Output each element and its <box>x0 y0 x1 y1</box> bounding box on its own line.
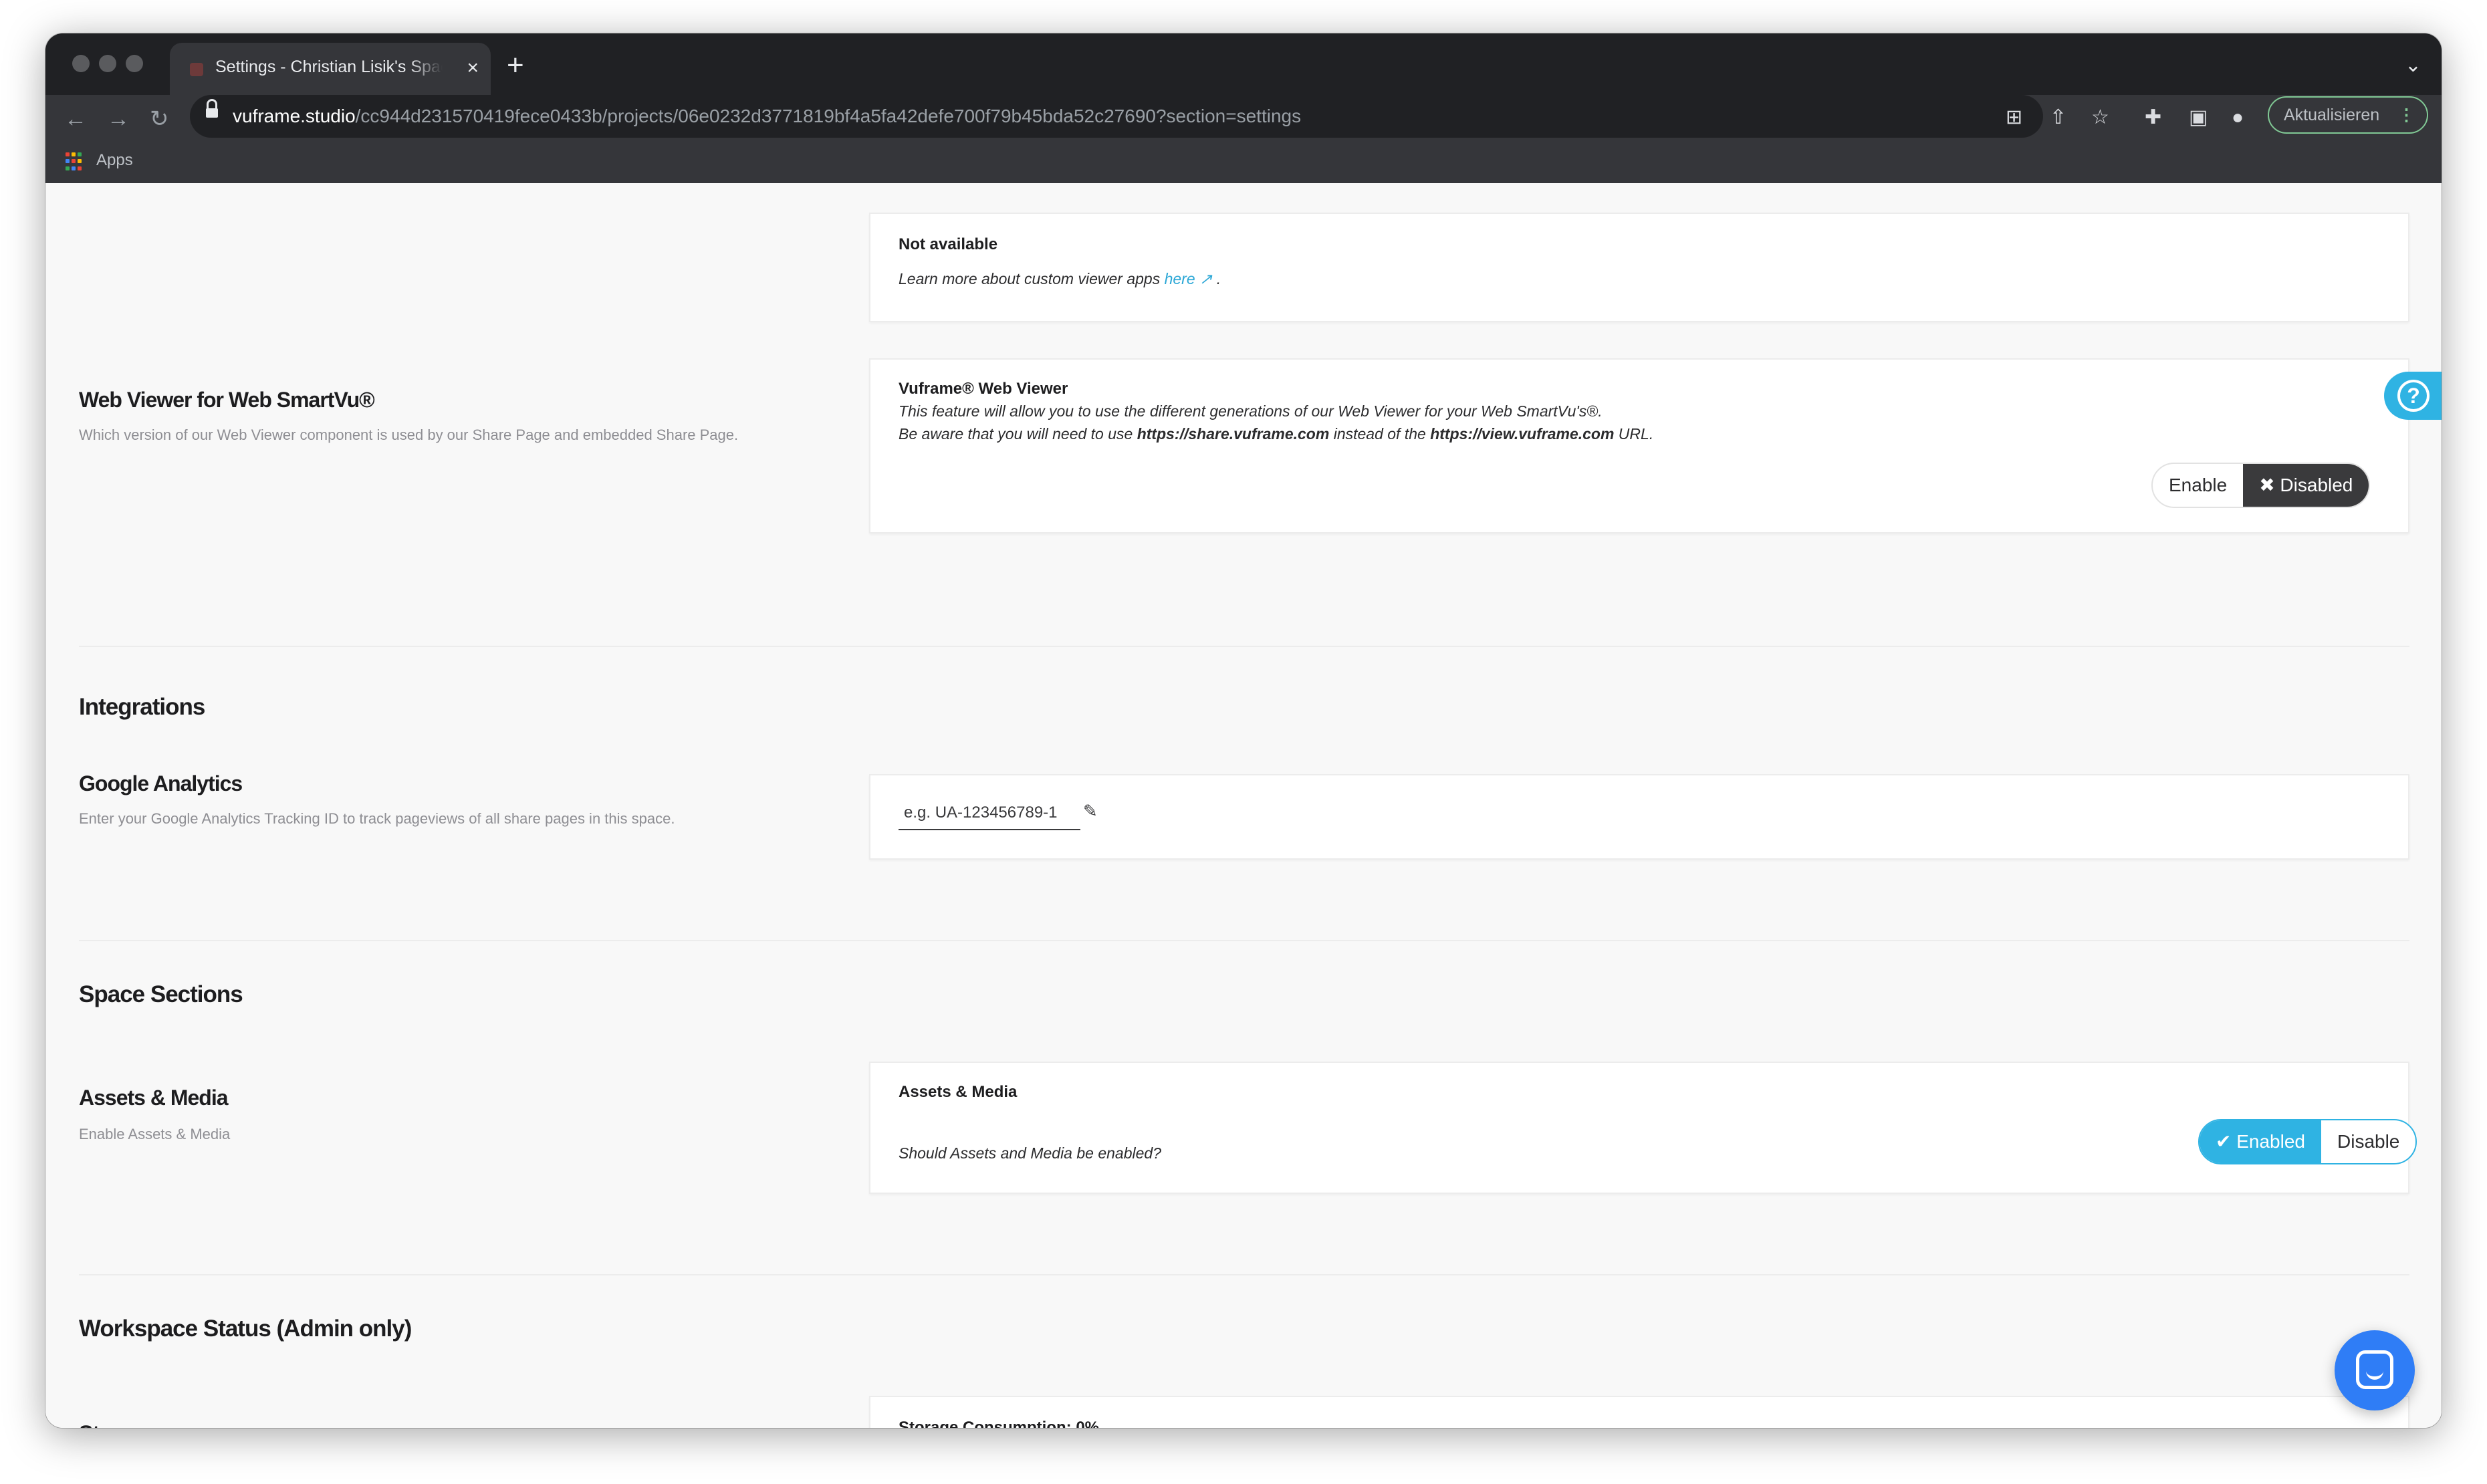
storage-consumption: Storage Consumption: 0% <box>899 1418 1100 1428</box>
browser-window: Settings - Christian Lisik's Space × + ⌄… <box>45 33 2442 1428</box>
web-viewer-label: Web Viewer for Web SmartVu® <box>79 388 375 412</box>
settings-page: Not available Learn more about custom vi… <box>45 183 2442 1428</box>
back-icon[interactable]: ← <box>64 103 87 135</box>
storage-card: Storage Consumption: 0% <box>869 1396 2409 1428</box>
assets-media-label: Assets & Media <box>79 1086 229 1110</box>
profile-icon[interactable]: ● <box>2232 104 2244 131</box>
google-analytics-description: Enter your Google Analytics Tracking ID … <box>79 810 675 827</box>
help-button[interactable]: ? <box>2384 372 2442 420</box>
reload-icon[interactable]: ↻ <box>150 103 169 135</box>
address-bar[interactable]: vuframe.studio/cc944d231570419fece0433b/… <box>190 95 2043 138</box>
window-zoom-button[interactable] <box>126 55 143 72</box>
share-icon[interactable]: ⇧ <box>2050 104 2066 131</box>
disable-button[interactable]: Disable <box>2321 1120 2415 1163</box>
divider <box>79 940 2409 941</box>
url-text: vuframe.studio/cc944d231570419fece0433b/… <box>233 106 1302 126</box>
help-icon: ? <box>2397 380 2430 412</box>
tab-search-icon[interactable]: ⌄ <box>2405 53 2421 77</box>
window-close-button[interactable] <box>72 55 90 72</box>
assets-media-card-title: Assets & Media <box>899 1083 1018 1101</box>
space-sections-title: Space Sections <box>79 981 243 1007</box>
workspace-status-title: Workspace Status (Admin only) <box>79 1316 412 1342</box>
custom-viewer-status: Not available <box>899 235 998 253</box>
custom-viewer-link[interactable]: here ↗ <box>1165 270 1213 287</box>
tab-strip: Settings - Christian Lisik's Space × + ⌄ <box>45 33 2442 95</box>
tracking-id-placeholder: e.g. UA-123456789-1 <box>904 803 1058 822</box>
side-panel-icon[interactable]: ▣ <box>2189 104 2208 131</box>
divider <box>79 1274 2409 1275</box>
web-viewer-description: Which version of our Web Viewer componen… <box>79 426 739 443</box>
assets-media-question: Should Assets and Media be enabled? <box>899 1144 1161 1162</box>
browser-chrome: Settings - Christian Lisik's Space × + ⌄… <box>45 33 2442 183</box>
new-tab-icon[interactable]: + <box>507 51 524 80</box>
web-viewer-line1: This feature will allow you to use the d… <box>899 402 1603 420</box>
favicon-icon <box>190 63 203 76</box>
chat-icon <box>2356 1350 2393 1389</box>
web-viewer-line2: Be aware that you will need to use https… <box>899 425 1654 443</box>
disabled-button[interactable]: ✖ Disabled <box>2243 464 2369 507</box>
divider <box>79 646 2409 647</box>
active-tab[interactable]: Settings - Christian Lisik's Space × <box>170 43 491 95</box>
apps-grid-icon[interactable] <box>66 152 84 171</box>
chat-button[interactable] <box>2335 1330 2415 1410</box>
update-button-label: Aktualisieren <box>2284 106 2380 124</box>
tab-title: Settings - Christian Lisik's Space <box>215 57 443 76</box>
external-link-icon: ↗ <box>1199 270 1213 287</box>
extensions-icon[interactable]: ✚ <box>2145 104 2161 131</box>
translate-icon[interactable]: ⊞ <box>2006 104 2022 131</box>
enable-button[interactable]: Enable <box>2153 464 2243 507</box>
integrations-title: Integrations <box>79 694 205 720</box>
menu-icon[interactable]: ⋮ <box>2398 98 2415 132</box>
google-analytics-label: Google Analytics <box>79 771 243 795</box>
web-viewer-card-title: Vuframe® Web Viewer <box>899 380 1068 398</box>
bookmark-star-icon[interactable]: ☆ <box>2091 104 2109 131</box>
enabled-button[interactable]: ✔ Enabled <box>2200 1120 2321 1163</box>
assets-media-toggle: ✔ Enabled Disable <box>2198 1119 2417 1164</box>
lock-icon <box>206 99 218 118</box>
web-viewer-toggle: Enable ✖ Disabled <box>2151 463 2371 508</box>
custom-viewer-text: Learn more about custom viewer apps here… <box>899 270 1221 287</box>
forward-icon[interactable]: → <box>107 103 130 135</box>
close-tab-icon[interactable]: × <box>467 55 479 82</box>
assets-media-description: Enable Assets & Media <box>79 1126 231 1142</box>
google-analytics-card: e.g. UA-123456789-1 ✎ <box>869 774 2409 860</box>
tracking-id-input[interactable]: e.g. UA-123456789-1 <box>899 798 1080 830</box>
apps-bookmark[interactable]: Apps <box>96 151 133 170</box>
assets-media-card: Assets & Media Should Assets and Media b… <box>869 1062 2417 1194</box>
window-minimize-button[interactable] <box>99 55 116 72</box>
update-button[interactable]: Aktualisieren ⋮ <box>2268 96 2428 134</box>
storage-label: Storage <box>79 1421 154 1428</box>
web-viewer-card: Vuframe® Web Viewer This feature will al… <box>869 358 2409 533</box>
pencil-icon[interactable]: ✎ <box>1083 801 1098 822</box>
custom-viewer-card: Not available Learn more about custom vi… <box>869 213 2409 322</box>
